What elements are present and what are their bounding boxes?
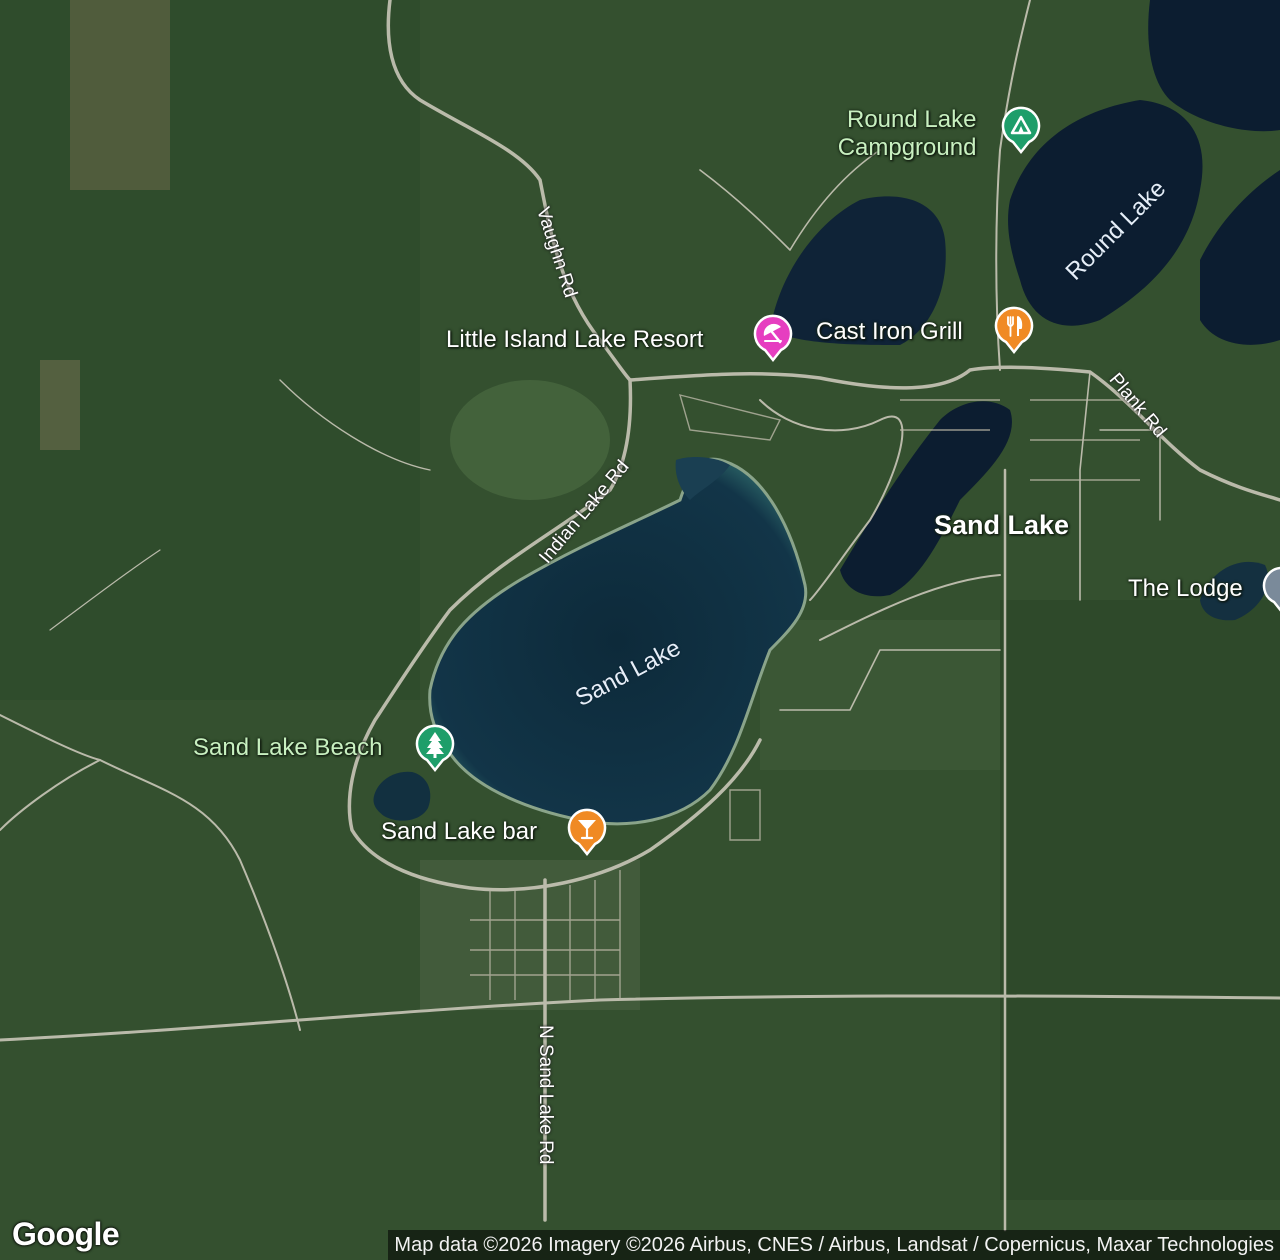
sand-lake-beach-label[interactable]: Sand Lake Beach (193, 736, 382, 760)
resort-pin[interactable] (753, 314, 793, 362)
tree-icon (415, 724, 455, 772)
little-island-lake-resort-label[interactable]: Little Island Lake Resort (446, 328, 703, 352)
the-lodge-label[interactable]: The Lodge (1128, 577, 1243, 601)
restaurant-pin[interactable] (994, 306, 1034, 354)
map-attribution[interactable]: Map data ©2026 Imagery ©2026 Airbus, CNE… (388, 1230, 1280, 1260)
satellite-map[interactable]: Sand Lake Round Lake Vaughn Rd Indian La… (0, 0, 1280, 1260)
n-sand-lake-rd-label: N Sand Lake Rd (535, 1025, 556, 1165)
campground-pin[interactable] (1001, 106, 1041, 154)
park-pin[interactable] (415, 724, 455, 772)
round-lake-campground-label[interactable]: Round Lake Campground (832, 106, 977, 161)
resort-icon (753, 314, 793, 362)
round-lake-campground-label-line2: Campground (837, 134, 977, 161)
fork-knife-icon (994, 306, 1034, 354)
cast-iron-grill-label[interactable]: Cast Iron Grill (816, 320, 963, 344)
lodging-icon (1262, 566, 1280, 612)
sand-lake-town-label[interactable]: Sand Lake (934, 512, 1069, 539)
cocktail-icon (567, 808, 607, 856)
bar-pin[interactable] (567, 808, 607, 856)
round-lake-campground-label-line1: Round Lake (847, 106, 977, 133)
sand-lake-bar-label[interactable]: Sand Lake bar (381, 820, 537, 844)
map-imagery (0, 0, 1280, 1260)
lodging-pin[interactable] (1262, 566, 1280, 614)
tent-icon (1001, 106, 1041, 154)
google-logo: Google (12, 1216, 120, 1252)
